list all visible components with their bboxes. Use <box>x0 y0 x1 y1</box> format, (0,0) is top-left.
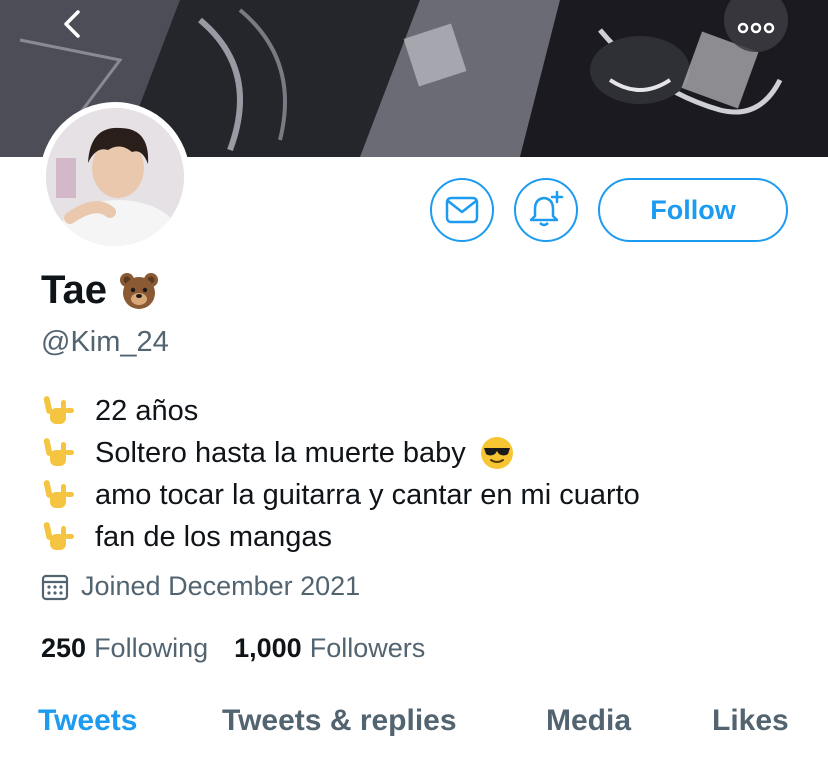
following-label: Following <box>94 633 209 663</box>
avatar-illustration <box>46 108 184 246</box>
love-you-gesture-icon <box>43 438 74 466</box>
message-button[interactable] <box>430 178 494 242</box>
love-you-gesture-icon <box>43 480 74 508</box>
avatar-photo <box>46 108 184 246</box>
follow-stats: 250 Following 1,000 Followers <box>41 633 451 664</box>
profile-tabs: Tweets Tweets & replies Media Likes <box>0 700 828 750</box>
followers-label: Followers <box>309 633 426 663</box>
display-name: Tae <box>41 268 107 312</box>
follow-button[interactable]: Follow <box>598 178 788 242</box>
joined-text: Joined December 2021 <box>81 571 361 601</box>
bio-text: fan de los mangas <box>95 520 332 553</box>
bio-text: amo tocar la guitarra y cantar en mi cua… <box>95 478 640 511</box>
calendar-icon <box>41 574 69 600</box>
more-horizontal-icon <box>737 22 775 34</box>
avatar[interactable] <box>40 102 190 252</box>
followers-link[interactable]: 1,000 Followers <box>234 633 425 664</box>
tab-likes[interactable]: Likes <box>712 704 789 738</box>
bio-line: amo tocar la guitarra y cantar en mi cua… <box>41 474 640 516</box>
profile-name-row: Tae <box>41 268 159 313</box>
tab-tweets-replies[interactable]: Tweets & replies <box>222 704 457 738</box>
joined-date: Joined December 2021 <box>41 571 360 602</box>
bear-face-icon <box>119 272 158 309</box>
tab-media[interactable]: Media <box>546 704 631 738</box>
user-handle: @Kim_24 <box>41 326 169 358</box>
following-count: 250 <box>41 633 87 663</box>
love-you-gesture-icon <box>43 396 74 424</box>
following-link[interactable]: 250 Following <box>41 633 208 664</box>
back-button[interactable] <box>52 4 92 44</box>
envelope-icon <box>445 196 479 224</box>
bio-line: fan de los mangas <box>41 516 640 558</box>
notifications-button[interactable] <box>514 178 578 242</box>
followers-count: 1,000 <box>234 633 302 663</box>
sunglasses-face-icon <box>480 437 513 469</box>
love-you-gesture-icon <box>43 522 74 550</box>
tab-tweets[interactable]: Tweets <box>38 704 137 738</box>
profile-bio: 22 años Soltero hasta la muerte baby amo… <box>41 390 640 558</box>
bio-line: 22 años <box>41 390 640 432</box>
bio-text: 22 años <box>95 394 199 427</box>
bell-plus-icon <box>529 190 564 227</box>
bio-text: Soltero hasta la muerte baby <box>95 436 466 469</box>
chevron-left-icon <box>64 10 80 38</box>
bio-line: Soltero hasta la muerte baby <box>41 432 640 474</box>
